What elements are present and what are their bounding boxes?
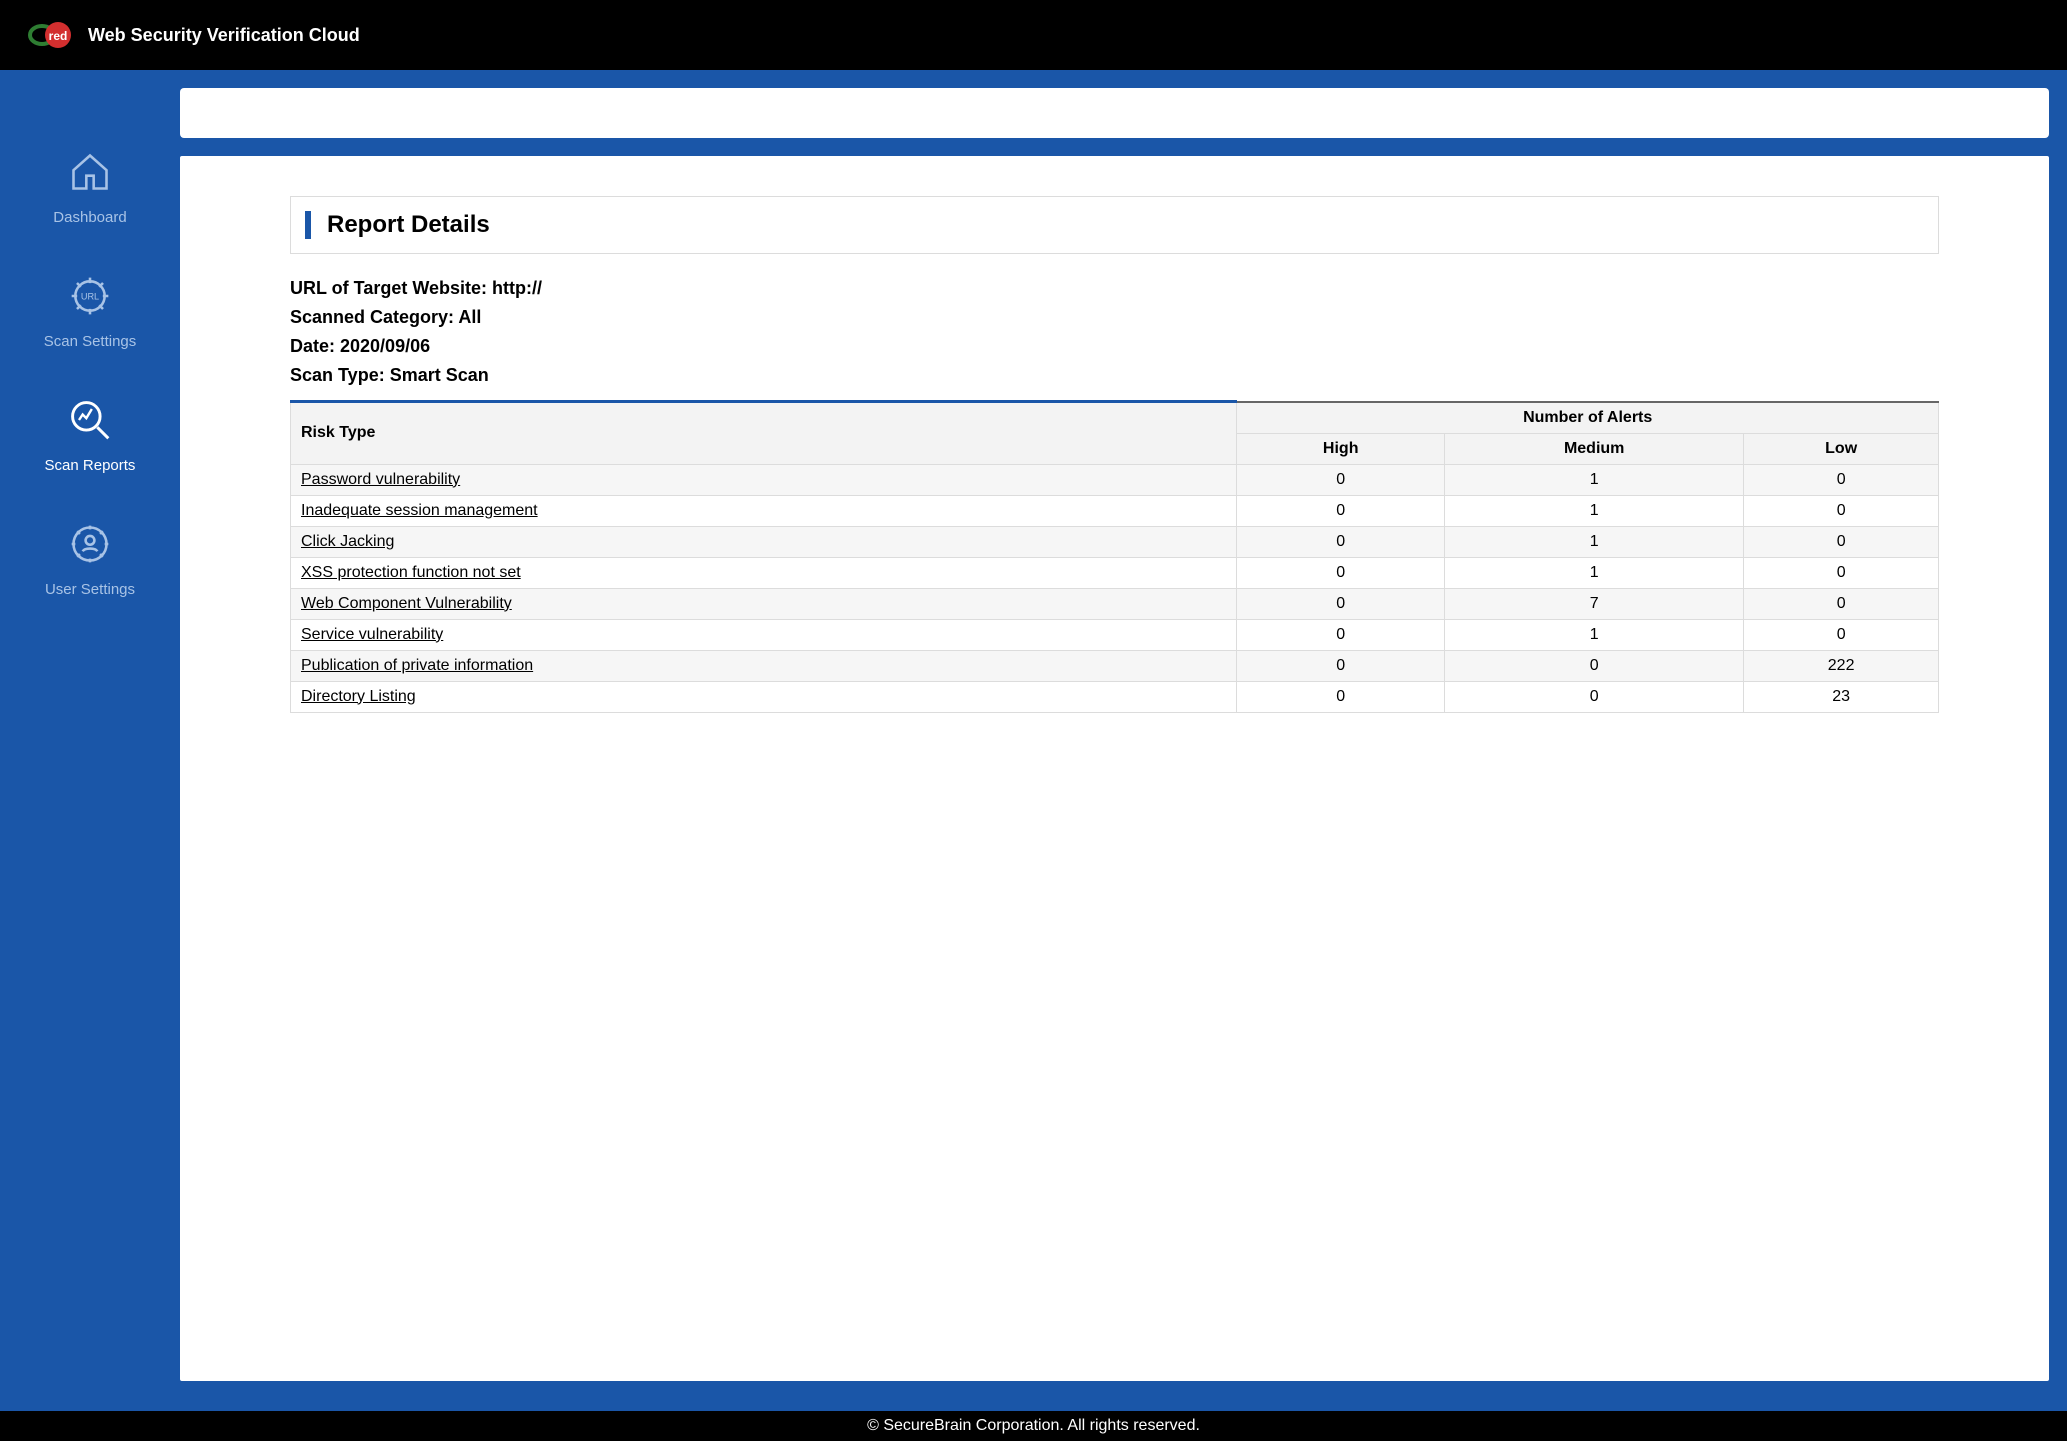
app-title: Web Security Verification Cloud	[88, 25, 360, 46]
table-row: Service vulnerability010	[291, 619, 1939, 650]
topbar: red Web Security Verification Cloud	[0, 0, 2067, 70]
risk-link[interactable]: Click Jacking	[291, 526, 1237, 557]
sidebar-item-label: Dashboard	[53, 209, 126, 226]
cell-high: 0	[1237, 557, 1445, 588]
svg-text:URL: URL	[81, 292, 99, 302]
risk-link[interactable]: Service vulnerability	[291, 619, 1237, 650]
col-low: Low	[1744, 433, 1939, 464]
meta-value: http://	[492, 278, 542, 298]
table-row: Inadequate session management010	[291, 495, 1939, 526]
meta-value: All	[458, 307, 481, 327]
cell-low: 0	[1744, 464, 1939, 495]
cell-high: 0	[1237, 464, 1445, 495]
logo: red Web Security Verification Cloud	[28, 18, 360, 52]
meta-date: Date: 2020/09/06	[290, 336, 1939, 357]
sidebar: Dashboard URL Scan Settings Scan Repo	[0, 70, 180, 1411]
table-row: Password vulnerability010	[291, 464, 1939, 495]
sidebar-item-dashboard[interactable]: Dashboard	[0, 150, 180, 226]
risk-link[interactable]: Inadequate session management	[291, 495, 1237, 526]
risk-link[interactable]: Password vulnerability	[291, 464, 1237, 495]
sidebar-item-scan-settings[interactable]: URL Scan Settings	[0, 274, 180, 350]
meta-label: URL of Target Website:	[290, 278, 492, 298]
meta-target-url: URL of Target Website: http://	[290, 278, 1939, 299]
cell-high: 0	[1237, 650, 1445, 681]
content-area: Report Details URL of Target Website: ht…	[180, 70, 2067, 1411]
sidebar-item-label: User Settings	[45, 581, 135, 598]
cell-low: 0	[1744, 495, 1939, 526]
sidebar-item-scan-reports[interactable]: Scan Reports	[0, 398, 180, 474]
svg-text:red: red	[49, 29, 68, 43]
sidebar-item-label: Scan Reports	[45, 457, 136, 474]
meta-value: 2020/09/06	[340, 336, 430, 356]
cell-low: 0	[1744, 526, 1939, 557]
risk-link[interactable]: XSS protection function not set	[291, 557, 1237, 588]
cell-medium: 1	[1445, 619, 1744, 650]
main-card: Report Details URL of Target Website: ht…	[180, 156, 2049, 1381]
sidebar-item-label: Scan Settings	[44, 333, 137, 350]
meta-value: Smart Scan	[390, 365, 489, 385]
table-row: Directory Listing0023	[291, 681, 1939, 712]
logo-mark-icon: red	[28, 18, 74, 52]
meta-label: Scan Type:	[290, 365, 390, 385]
cell-high: 0	[1237, 495, 1445, 526]
cell-low: 0	[1744, 619, 1939, 650]
report-title: Report Details	[305, 211, 1924, 239]
cell-medium: 0	[1445, 681, 1744, 712]
cell-high: 0	[1237, 681, 1445, 712]
cell-low: 222	[1744, 650, 1939, 681]
footer: © SecureBrain Corporation. All rights re…	[0, 1411, 2067, 1441]
cell-low: 23	[1744, 681, 1939, 712]
report-table: Risk Type Number of Alerts High Medium L…	[290, 400, 1939, 713]
magnifier-chart-icon	[68, 398, 112, 447]
risk-link[interactable]: Publication of private information	[291, 650, 1237, 681]
risk-link[interactable]: Web Component Vulnerability	[291, 588, 1237, 619]
cell-medium: 1	[1445, 495, 1744, 526]
cell-medium: 1	[1445, 557, 1744, 588]
cell-medium: 1	[1445, 526, 1744, 557]
meta-scan-type: Scan Type: Smart Scan	[290, 365, 1939, 386]
gear-url-icon: URL	[68, 274, 112, 323]
home-icon	[68, 150, 112, 199]
table-row: Click Jacking010	[291, 526, 1939, 557]
cell-high: 0	[1237, 526, 1445, 557]
table-row: Web Component Vulnerability070	[291, 588, 1939, 619]
cell-medium: 7	[1445, 588, 1744, 619]
cell-medium: 0	[1445, 650, 1744, 681]
layout: Dashboard URL Scan Settings Scan Repo	[0, 70, 2067, 1411]
risk-link[interactable]: Directory Listing	[291, 681, 1237, 712]
user-gear-icon	[68, 522, 112, 571]
cell-low: 0	[1744, 588, 1939, 619]
report-meta: URL of Target Website: http:// Scanned C…	[290, 278, 1939, 386]
cell-medium: 1	[1445, 464, 1744, 495]
cell-high: 0	[1237, 588, 1445, 619]
meta-label: Date:	[290, 336, 340, 356]
report-title-box: Report Details	[290, 196, 1939, 254]
sidebar-item-user-settings[interactable]: User Settings	[0, 522, 180, 598]
col-risk-type: Risk Type	[291, 402, 1237, 465]
meta-scanned-category: Scanned Category: All	[290, 307, 1939, 328]
col-high: High	[1237, 433, 1445, 464]
col-medium: Medium	[1445, 433, 1744, 464]
table-row: XSS protection function not set010	[291, 557, 1939, 588]
footer-copyright: © SecureBrain Corporation. All rights re…	[867, 1417, 1200, 1434]
col-alerts-group: Number of Alerts	[1237, 402, 1939, 434]
meta-label: Scanned Category:	[290, 307, 458, 327]
cell-low: 0	[1744, 557, 1939, 588]
table-row: Publication of private information00222	[291, 650, 1939, 681]
cell-high: 0	[1237, 619, 1445, 650]
breadcrumb-bar	[180, 88, 2049, 138]
